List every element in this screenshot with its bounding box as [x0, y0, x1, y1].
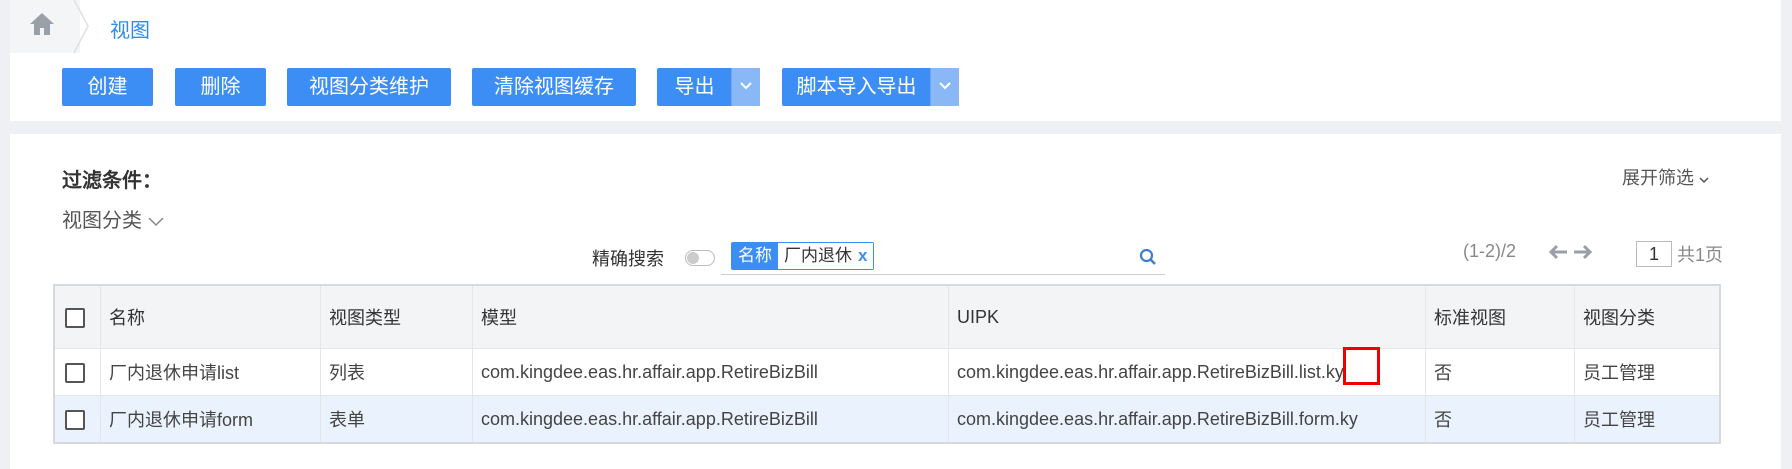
view-category-filter[interactable]: 视图分类 [62, 204, 164, 233]
table-row[interactable]: 厂内退休申请list 列表 com.kingdee.eas.hr.affair.… [54, 348, 1721, 396]
header-model[interactable]: 模型 [472, 285, 949, 349]
highlight-box [1343, 347, 1380, 385]
toolbar: 创建 删除 视图分类维护 清除视图缓存 导出 脚本导入导出 [10, 53, 1781, 121]
chevron-down-icon [939, 82, 951, 90]
filter-title: 过滤条件： [62, 170, 162, 192]
header-uipk[interactable]: UIPK [948, 285, 1426, 349]
arrow-left-icon[interactable] [1548, 244, 1568, 260]
exact-search-toggle[interactable] [685, 250, 715, 266]
cell-standard-view: 否 [1425, 348, 1575, 396]
export-button[interactable]: 导出 [657, 68, 760, 106]
view-category-label: 视图分类 [62, 210, 142, 232]
breadcrumb-title[interactable]: 视图 [110, 14, 150, 43]
cell-view-type: 列表 [320, 348, 473, 396]
search-tag-value: 厂内退休 [778, 243, 858, 269]
clear-cache-button[interactable]: 清除视图缓存 [472, 68, 636, 106]
search-input[interactable]: 名称 厂内退休 x [721, 238, 1165, 275]
chevron-down-icon [148, 217, 164, 227]
pager-total: 共1页 [1677, 245, 1724, 265]
chevron-down-icon [740, 82, 752, 90]
search-tag: 名称 厂内退休 x [731, 242, 875, 270]
cell-name[interactable]: 厂内退休申请list [100, 348, 321, 396]
row-checkbox[interactable] [65, 409, 85, 430]
cell-view-type: 表单 [320, 395, 473, 443]
tag-remove-button[interactable]: x [858, 243, 874, 269]
expand-filter-label: 展开筛选 [1621, 168, 1694, 188]
create-button[interactable]: 创建 [62, 68, 153, 106]
cell-model: com.kingdee.eas.hr.affair.app.RetireBizB… [472, 395, 949, 443]
table-header-row: 名称 视图类型 模型 UIPK 标准视图 视图分类 [54, 285, 1721, 349]
page-number-input[interactable]: 1 [1636, 241, 1672, 267]
cell-standard-view: 否 [1425, 395, 1575, 443]
header-standard-view[interactable]: 标准视图 [1425, 285, 1575, 349]
exact-search-label: 精确搜索 [592, 249, 664, 269]
export-dropdown[interactable] [731, 68, 760, 106]
header-name[interactable]: 名称 [100, 285, 321, 349]
home-button[interactable] [10, 0, 80, 53]
home-icon [30, 13, 54, 35]
cell-view-category: 员工管理 [1574, 395, 1721, 443]
cell-model: com.kingdee.eas.hr.affair.app.RetireBizB… [472, 348, 949, 396]
arrow-right-icon[interactable] [1573, 244, 1593, 260]
breadcrumb-separator-icon [73, 0, 89, 53]
script-import-export-label: 脚本导入导出 [796, 76, 917, 98]
script-dropdown[interactable] [930, 68, 959, 106]
row-select-cell [54, 395, 101, 443]
expand-filter-link[interactable]: 展开筛选 [1622, 164, 1709, 190]
chevron-down-icon [1699, 177, 1709, 184]
select-all-cell [54, 285, 101, 349]
cell-view-category: 员工管理 [1574, 348, 1721, 396]
header-view-category[interactable]: 视图分类 [1574, 285, 1721, 349]
export-label: 导出 [674, 76, 715, 98]
cell-uipk: com.kingdee.eas.hr.affair.app.RetireBizB… [948, 395, 1426, 443]
row-checkbox[interactable] [65, 362, 85, 383]
breadcrumb: 视图 [10, 0, 1781, 53]
category-maintenance-button[interactable]: 视图分类维护 [287, 68, 451, 106]
script-import-export-button[interactable]: 脚本导入导出 [782, 68, 959, 106]
cell-name[interactable]: 厂内退休申请form [100, 395, 321, 443]
search-tag-key: 名称 [732, 243, 778, 269]
table-row[interactable]: 厂内退休申请form 表单 com.kingdee.eas.hr.affair.… [54, 395, 1721, 443]
row-select-cell [54, 348, 101, 396]
views-table: 名称 视图类型 模型 UIPK 标准视图 视图分类 厂内退休申请list 列表 … [53, 284, 1721, 444]
delete-button[interactable]: 删除 [175, 68, 266, 106]
pager-range: (1-2)/2 [1463, 241, 1517, 261]
search-icon[interactable] [1139, 248, 1157, 266]
select-all-checkbox[interactable] [65, 307, 85, 328]
header-view-type[interactable]: 视图类型 [320, 285, 473, 349]
